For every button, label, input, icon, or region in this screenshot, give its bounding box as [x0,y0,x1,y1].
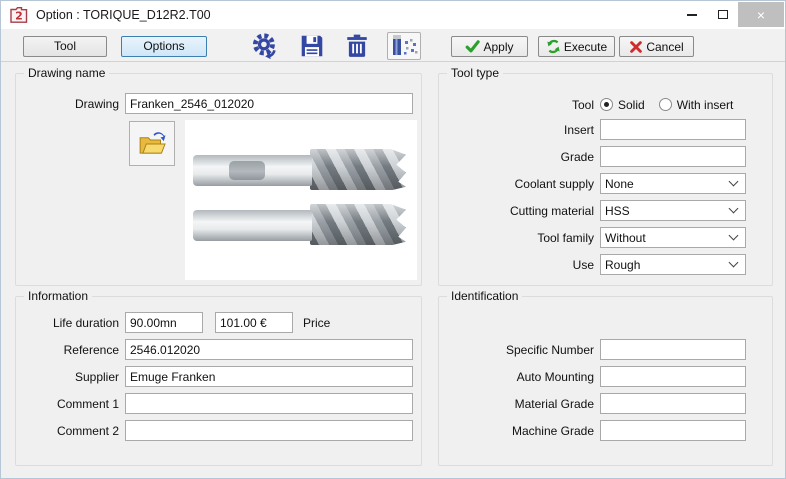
auto-mounting-input[interactable] [600,366,746,387]
material-grade-input[interactable] [600,393,746,414]
svg-text:2: 2 [15,10,23,23]
life-duration-input[interactable] [125,312,203,333]
cancel-label: Cancel [646,40,683,54]
comment-1-input[interactable] [125,393,413,414]
price-input[interactable] [215,312,293,333]
life-duration-label: Life duration [16,316,125,330]
minimize-icon [687,14,697,16]
price-label: Price [303,316,330,330]
execute-label: Execute [564,40,607,54]
end-mill-2-shank [193,210,312,241]
use-value: Rough [605,258,640,272]
machine-grade-label: Machine Grade [439,424,600,438]
maximize-icon [718,10,728,19]
window-controls: × [676,2,784,27]
cross-icon [629,40,643,54]
specific-number-label: Specific Number [439,343,600,357]
radio-with-insert[interactable]: With insert [659,98,734,112]
tab-options[interactable]: Options [121,36,207,57]
material-grade-label: Material Grade [439,397,600,411]
reference-input[interactable] [125,339,413,360]
group-title: Drawing name [24,66,109,80]
coolant-supply-value: None [605,177,634,191]
tool-family-label: Tool family [439,231,600,245]
specific-number-input[interactable] [600,339,746,360]
apply-label: Apply [483,40,513,54]
reference-label: Reference [16,343,125,357]
comment-2-label: Comment 2 [16,424,125,438]
tool-family-select[interactable]: Without [600,227,746,248]
radio-with-insert-label: With insert [677,98,734,112]
settings-refresh-button[interactable] [250,32,280,60]
chevron-down-icon [729,177,739,187]
toolbar: Tool Options [1,29,785,62]
drawing-input[interactable] [125,93,413,114]
chevron-down-icon [729,231,739,241]
machine-grade-input[interactable] [600,420,746,441]
tool-label: Tool [439,98,600,112]
apply-button[interactable]: Apply [451,36,528,57]
save-icon [299,33,325,59]
use-label: Use [439,258,600,272]
comment-1-label: Comment 1 [16,397,125,411]
cutting-material-select[interactable]: HSS [600,200,746,221]
check-icon [465,39,480,54]
tab-tool[interactable]: Tool [23,36,107,57]
minimize-button[interactable] [676,2,707,27]
group-information: Information Life duration Price Referenc… [15,296,422,466]
app-logo-icon: 2 [9,5,29,25]
group-title: Tool type [447,66,503,80]
group-identification: Identification Specific Number Auto Moun… [438,296,773,466]
radio-solid-circle [600,98,613,111]
save-button[interactable] [297,32,327,60]
execute-button[interactable]: Execute [538,36,615,57]
close-icon: × [757,7,765,23]
tool-family-value: Without [605,231,646,245]
cutting-material-label: Cutting material [439,204,600,218]
refresh-arrows-icon [546,39,561,54]
drawing-label: Drawing [16,97,125,111]
end-mill-1-flutes [310,149,406,190]
auto-mounting-label: Auto Mounting [439,370,600,384]
coolant-supply-select[interactable]: None [600,173,746,194]
settings-refresh-icon [251,32,279,60]
close-button[interactable]: × [738,2,784,27]
comment-2-input[interactable] [125,420,413,441]
delete-button[interactable] [342,32,372,60]
tool-preview-image [185,120,417,280]
group-title: Information [24,289,92,303]
supplier-label: Supplier [16,370,125,384]
end-mill-1-weldon-flat [229,161,265,180]
title-bar: 2 Option : TORIQUE_D12R2.T00 × [1,1,785,29]
group-tool-type: Tool type Tool Solid With insert Insert … [438,73,773,286]
grade-input[interactable] [600,146,746,167]
insert-input[interactable] [600,119,746,140]
maximize-button[interactable] [707,2,738,27]
chevron-down-icon [729,204,739,214]
window-title: Option : TORIQUE_D12R2.T00 [36,8,211,22]
end-mill-2-flutes [310,204,406,245]
supplier-input[interactable] [125,366,413,387]
radio-with-insert-circle [659,98,672,111]
coolant-supply-label: Coolant supply [439,177,600,191]
group-drawing-name: Drawing name Drawing [15,73,422,286]
option-dialog: 2 Option : TORIQUE_D12R2.T00 × Tool Opti… [0,0,786,479]
delete-icon [344,33,370,59]
machining-simulation-icon [389,33,419,59]
radio-solid[interactable]: Solid [600,98,645,112]
group-title: Identification [447,289,522,303]
open-folder-icon [137,129,167,159]
machining-simulation-button[interactable] [387,32,421,60]
use-select[interactable]: Rough [600,254,746,275]
open-drawing-button[interactable] [129,121,175,166]
grade-label: Grade [439,150,600,164]
chevron-down-icon [729,258,739,268]
radio-solid-label: Solid [618,98,645,112]
cancel-button[interactable]: Cancel [619,36,694,57]
cutting-material-value: HSS [605,204,630,218]
insert-label: Insert [439,123,600,137]
